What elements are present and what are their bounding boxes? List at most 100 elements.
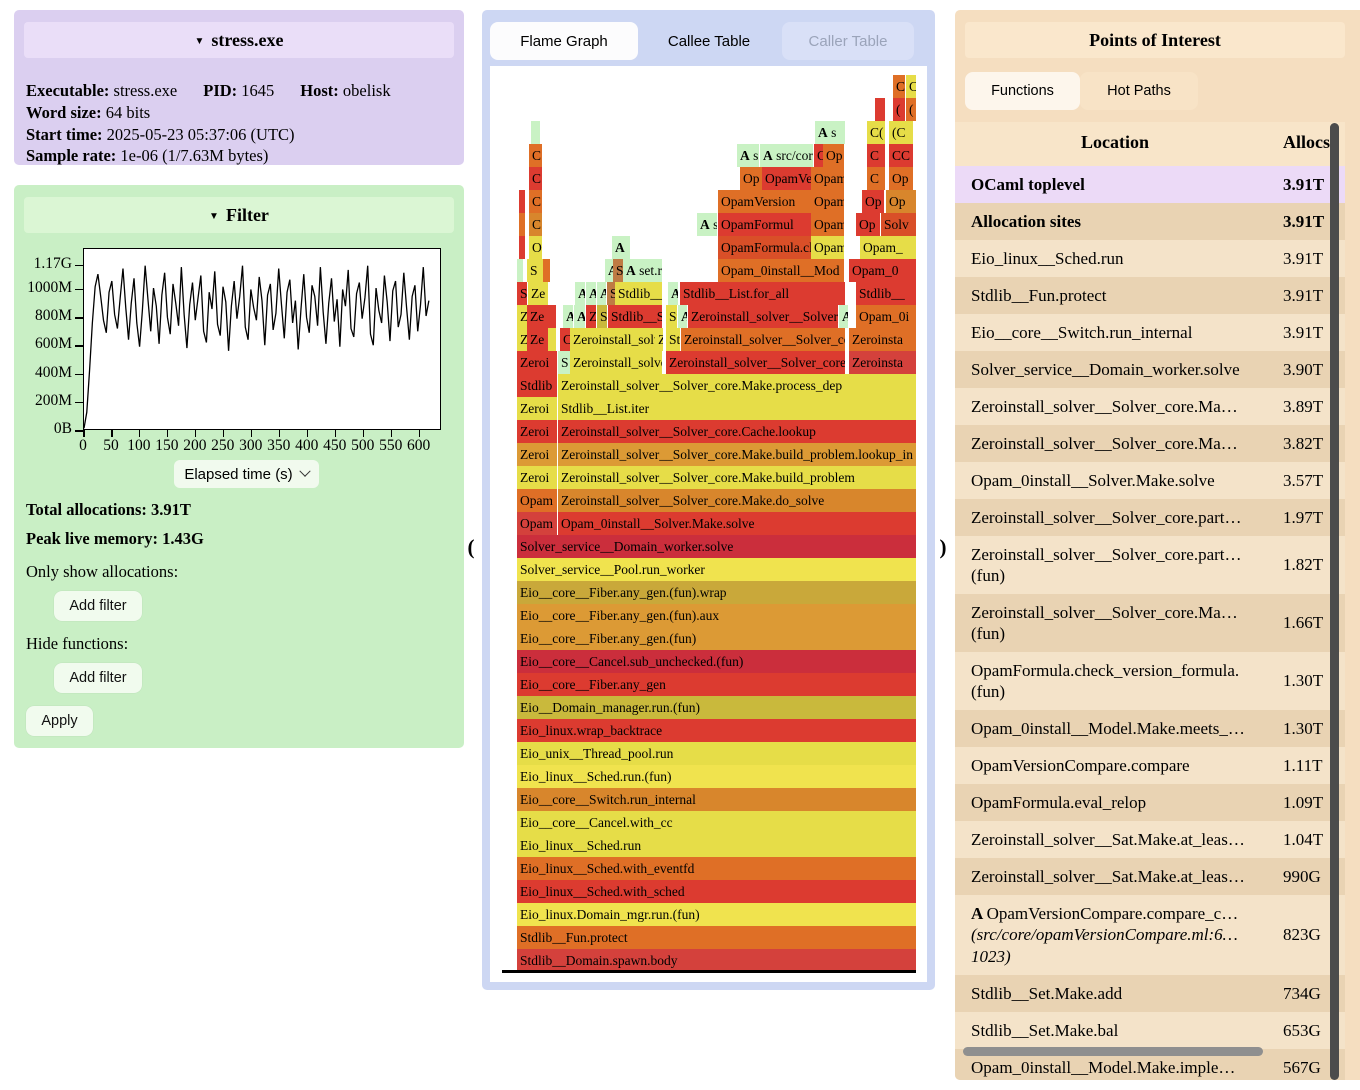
flame-cell[interactable]: A xyxy=(563,305,573,328)
poi-row[interactable]: Zeroinstall_solver__Sat.Make.at_leas…1.0… xyxy=(955,821,1345,858)
flame-cell[interactable]: Zeroinsta xyxy=(849,328,916,351)
flame-cell[interactable]: C xyxy=(529,213,542,236)
flame-cell[interactable]: Eio__core__Cancel.with_cc xyxy=(517,811,916,834)
flame-cell[interactable]: A xyxy=(668,282,678,305)
flame-cell[interactable]: Opam xyxy=(517,512,557,535)
flame-cell[interactable]: Eio_linux.Domain_mgr.run.(fun) xyxy=(517,903,916,926)
flame-cell[interactable]: Stdlib__Se xyxy=(608,305,662,328)
flame-cell[interactable]: A xyxy=(678,305,687,328)
poi-row[interactable]: Stdlib__Fun.protect3.91T xyxy=(955,277,1345,314)
flame-cell[interactable]: Zeroinstall_solver__Solver_core.. xyxy=(666,351,845,374)
flame-cell[interactable]: Z xyxy=(517,328,527,351)
flame-cell[interactable]: Eio_linux__Sched.with_eventfd xyxy=(517,857,916,880)
flame-cell[interactable]: Solver_service__Domain_worker.solve xyxy=(517,535,916,558)
apply-button[interactable]: Apply xyxy=(26,706,93,736)
flame-cell[interactable]: Opam xyxy=(811,190,844,213)
flame-cell[interactable]: S xyxy=(607,282,615,305)
flame-cell[interactable]: Ze xyxy=(527,305,548,328)
flame-cell[interactable]: ( xyxy=(893,98,905,121)
flame-cell[interactable]: Eio__core__Cancel.sub_unchecked.(fun) xyxy=(517,650,916,673)
flame-cell[interactable]: Op xyxy=(740,167,762,190)
poi-row[interactable]: Solver_service__Domain_worker.solve3.90T xyxy=(955,351,1345,388)
flame-cell[interactable] xyxy=(548,328,556,351)
poi-row[interactable]: A OpamVersionCompare.compare_c… (src/cor… xyxy=(955,895,1345,975)
flame-cell[interactable]: Stdlib xyxy=(517,374,557,397)
poi-row[interactable]: Eio__core__Switch.run_internal3.91T xyxy=(955,314,1345,351)
flame-cell[interactable]: OpamFormul xyxy=(718,213,811,236)
flame-cell[interactable]: Zeroi xyxy=(517,466,557,489)
flame-cell[interactable]: Eio__core__Fiber.any_gen.(fun).wrap xyxy=(517,581,916,604)
flame-cell[interactable]: Z xyxy=(655,328,663,351)
process-panel-header[interactable]: ▼ stress.exe xyxy=(24,22,454,58)
add-filter-button-functions[interactable]: Add filter xyxy=(54,663,142,693)
flame-cell[interactable]: ( xyxy=(906,98,916,121)
flame-cell[interactable]: Zeroinstall_solver__Solver_co. xyxy=(681,328,845,351)
flame-cell[interactable]: C xyxy=(814,144,823,167)
collapse-left-handle[interactable]: ( xyxy=(464,533,478,561)
poi-row[interactable]: Stdlib__Set.Make.add734G xyxy=(955,975,1345,1012)
flame-cell[interactable]: Z xyxy=(586,305,596,328)
flame-cell[interactable]: Zeroinstall_solver__Solver_core.Cache.lo… xyxy=(558,420,916,443)
flame-cell[interactable]: Opam_0 xyxy=(849,259,916,282)
horizontal-scrollbar[interactable] xyxy=(963,1047,1263,1056)
flame-cell[interactable]: Zeroinstall_solver__Solver_core.Make.bui… xyxy=(558,466,916,489)
add-filter-button-allocations[interactable]: Add filter xyxy=(54,591,142,621)
flame-cell[interactable]: Eio_linux.wrap_backtrace xyxy=(517,719,916,742)
flame-cell[interactable]: Eio__core__Fiber.any_gen.(fun).aux xyxy=(517,604,916,627)
flame-cell[interactable]: Z xyxy=(517,305,527,328)
flame-cell[interactable]: Op xyxy=(823,144,844,167)
tab-caller-table[interactable]: Caller Table xyxy=(782,22,914,60)
flame-cell[interactable]: C xyxy=(893,75,905,98)
flame-cell[interactable]: Eio__core__Switch.run_internal xyxy=(517,788,916,811)
poi-row[interactable]: OpamFormula.eval_relop1.09T xyxy=(955,784,1345,821)
flame-cell[interactable]: C xyxy=(867,144,885,167)
poi-row[interactable]: OpamFormula.check_version_formula. (fun)… xyxy=(955,652,1345,710)
flame-cell[interactable]: Eio_linux__Sched.run xyxy=(517,834,916,857)
flame-cell[interactable]: A xyxy=(574,305,585,328)
tab-callee-table[interactable]: Callee Table xyxy=(644,22,774,60)
flame-cell[interactable]: Solv xyxy=(881,213,916,236)
flame-graph-canvas[interactable]: Stdlib__Domain.spawn.bodyStdlib__Fun.pro… xyxy=(490,66,927,982)
flame-cell[interactable] xyxy=(875,98,885,121)
flame-cell[interactable]: Eio__core__Fiber.any_gen xyxy=(517,673,916,696)
flame-cell[interactable]: Zeroi xyxy=(517,397,557,420)
flame-cell[interactable]: St xyxy=(666,305,677,328)
poi-row[interactable]: Zeroinstall_solver__Solver_core.Ma…3.82T xyxy=(955,425,1345,462)
flame-cell[interactable]: Eio_linux__Sched.run.(fun) xyxy=(517,765,916,788)
flame-cell[interactable]: A s xyxy=(697,213,717,236)
flame-cell[interactable]: Ze xyxy=(528,282,548,305)
flame-cell[interactable]: Op xyxy=(862,190,884,213)
flame-cell[interactable]: A xyxy=(612,236,630,259)
poi-row[interactable]: Opam_0install__Model.Make.meets_…1.30T xyxy=(955,710,1345,747)
flame-cell[interactable]: Stdlib__List.for_all xyxy=(680,282,845,305)
flame-cell[interactable]: Opam xyxy=(811,236,844,259)
flame-cell[interactable] xyxy=(519,190,525,213)
poi-row[interactable]: Zeroinstall_solver__Solver_core.Ma… (fun… xyxy=(955,594,1345,652)
flame-cell[interactable] xyxy=(519,213,525,236)
flame-cell[interactable]: A s xyxy=(737,144,759,167)
poi-row[interactable]: Allocation sites3.91T xyxy=(955,203,1345,240)
flame-cell[interactable]: Eio_linux__Sched.with_sched xyxy=(517,880,916,903)
flame-cell[interactable]: Stdlib__Fun.protect xyxy=(517,926,916,949)
flame-cell[interactable]: Stdlib__ xyxy=(856,282,916,305)
poi-row[interactable]: OCaml toplevel3.91T xyxy=(955,166,1345,203)
flame-cell[interactable]: C xyxy=(560,328,570,351)
poi-row[interactable]: OpamVersionCompare.compare1.11T xyxy=(955,747,1345,784)
flame-cell[interactable]: A xyxy=(839,305,848,328)
flame-cell[interactable]: OpamFormula.cl xyxy=(718,236,811,259)
flame-cell[interactable]: C xyxy=(529,167,542,190)
flame-cell[interactable]: A xyxy=(575,282,585,305)
flame-cell[interactable]: Stdlib__Domain.spawn.body xyxy=(517,949,916,972)
flame-cell[interactable]: CC xyxy=(889,144,913,167)
flame-cell[interactable]: (C xyxy=(889,121,913,144)
flame-cell[interactable]: OpamVersion xyxy=(718,190,811,213)
flame-cell[interactable]: Opam_0i xyxy=(856,305,916,328)
flame-cell[interactable]: Opam_0install__Solver.Make.solve xyxy=(558,512,916,535)
flame-cell[interactable]: Stdlib__ xyxy=(615,282,662,305)
flame-cell[interactable]: Zeroi xyxy=(517,443,557,466)
flame-cell[interactable]: C xyxy=(529,190,542,213)
flame-cell[interactable] xyxy=(517,259,523,282)
flame-cell[interactable]: S xyxy=(527,259,543,282)
poi-row[interactable]: Zeroinstall_solver__Sat.Make.at_leas…990… xyxy=(955,858,1345,895)
flame-cell[interactable]: Zeroinstall_solver__Solver_core.Make.pro… xyxy=(558,374,916,397)
